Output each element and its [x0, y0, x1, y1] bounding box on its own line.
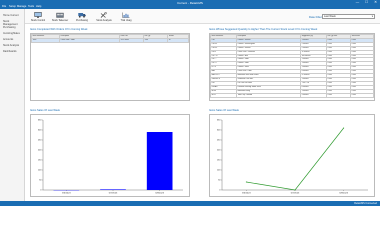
- y-tick-label: 350: [38, 120, 42, 122]
- menu-file[interactable]: File: [2, 5, 6, 8]
- chevron-down-icon: ▾: [371, 15, 373, 18]
- y-tick-label: 100: [38, 170, 42, 172]
- x-tick-label: 6/6/2023: [62, 193, 71, 195]
- table-cell: 3.00: [143, 37, 168, 43]
- bar: [146, 132, 173, 190]
- y-tick-label: 150: [217, 160, 221, 162]
- y-tick-label: 250: [217, 140, 221, 142]
- table-row[interactable]: M119 Table Top - Rebuild 5.000000 0.000 0.00…: [210, 92, 374, 98]
- sidebar-item-invoicing[interactable]: Invoicing/Sales: [3, 32, 20, 35]
- table-cell: 5.000000: [300, 92, 327, 98]
- date-filter-select[interactable]: Last Week ▾: [322, 14, 375, 19]
- sidebar-item-stock-analysis[interactable]: Stock Analysis: [3, 44, 19, 47]
- stock-control-label: Stock Control: [30, 19, 46, 22]
- y-tick-label: 100: [217, 170, 221, 172]
- y-tick-label: 350: [217, 120, 221, 122]
- incoming-orders-table: Item Reference Description Date Due Del …: [31, 34, 189, 43]
- menu-help[interactable]: Help: [36, 5, 41, 8]
- sidebar-item-purchasing[interactable]: Purchasing: [3, 26, 16, 29]
- table-cell: 1085: [31, 37, 60, 43]
- menu-manage[interactable]: Manage: [17, 5, 26, 8]
- x-tick-label: 6/6/2023: [242, 193, 251, 195]
- suggested-qty-panel: Item Reference Description Suggested Qty…: [209, 33, 375, 101]
- sidebar-item-home[interactable]: Home Current: [3, 14, 19, 17]
- status-bar: Retail-MS Connected: [0, 201, 380, 206]
- chart-icon: [122, 12, 130, 18]
- stock-takeover-label: Stock Takeover: [51, 19, 69, 22]
- right-panel-title: Items Whose Suggested Quantity Is Higher…: [209, 28, 318, 31]
- bar-chart-panel: 0 50 100 150 200 250 300 350 6/6/2023 6/7/2023 6/8…: [30, 114, 190, 197]
- y-tick-label: 0: [219, 190, 221, 192]
- stock-control-button[interactable]: Stock Control: [27, 10, 49, 23]
- series-line: [246, 127, 344, 191]
- table-cell: 2017/08/09: [119, 37, 144, 43]
- table-row[interactable]: 1085 Office Table - Fiber 2017/08/09 3.0…: [31, 37, 189, 43]
- table-cell: M119: [210, 92, 237, 98]
- x-tick-label: 6/7/2023: [109, 193, 118, 195]
- incoming-orders-panel: Item Reference Description Date Due Del …: [30, 33, 190, 101]
- table-cell: 10: [167, 37, 189, 43]
- sidebar: Home Current Stock Management Purchasing…: [0, 9, 25, 201]
- truck-icon: [78, 12, 86, 18]
- date-filter-value: Last Week: [324, 15, 336, 18]
- status-text: Retail-MS Connected: [354, 202, 377, 205]
- sidebar-item-accounts[interactable]: Accounts: [3, 38, 13, 41]
- menu-setup[interactable]: Setup: [9, 5, 16, 8]
- y-tick-label: 200: [217, 150, 221, 152]
- y-tick-label: 50: [218, 180, 221, 182]
- stock-icon: [56, 12, 64, 18]
- y-tick-label: 50: [39, 180, 42, 182]
- y-tick-label: 300: [217, 130, 221, 132]
- data-point: [245, 181, 247, 183]
- suggested-qty-table: Item Reference Description Suggested Qty…: [210, 34, 374, 98]
- trial-usage-button[interactable]: Trial Usag: [115, 10, 137, 23]
- y-tick-label: 150: [38, 160, 42, 162]
- menu-tools[interactable]: Tools: [28, 5, 34, 8]
- bar-chart: 0 50 100 150 200 250 300 350 6/6/2023 6/7/2023 6/8…: [38, 120, 183, 195]
- table-cell: Office Table - Fiber: [59, 37, 120, 43]
- stock-analysis-button[interactable]: Stock Analysis: [93, 10, 115, 23]
- purchasing-button[interactable]: Purchasing: [71, 10, 93, 23]
- line-chart-panel: 0 50 100 150 200 250 300 350 6/6/2023 6/7/2023 6/8…: [209, 114, 375, 197]
- bar: [100, 189, 126, 190]
- table-cell: Table Top - Rebuild: [236, 92, 301, 98]
- y-tick-label: 0: [40, 190, 42, 192]
- x-tick-label: 6/7/2023: [291, 193, 300, 195]
- purchasing-label: Purchasing: [76, 19, 88, 22]
- stock-takeover-button[interactable]: Stock Takeover: [49, 10, 71, 23]
- data-point: [343, 127, 345, 129]
- bar-chart-title: Items Sales Of Last Week: [30, 109, 60, 112]
- stock-analysis-label: Stock Analysis: [96, 19, 112, 22]
- date-filter-label: Date Filter: [309, 15, 322, 19]
- y-tick-label: 200: [38, 150, 42, 152]
- line-chart-title: Items Sales Of Last Week: [209, 109, 239, 112]
- left-panel-title: Items Completed With Orders Of In Coming…: [30, 28, 88, 31]
- table-cell: 0.000: [326, 92, 351, 98]
- y-tick-label: 300: [38, 130, 42, 132]
- monitor-icon: [34, 11, 42, 18]
- trial-usage-label: Trial Usag: [120, 19, 132, 22]
- x-tick-label: 6/8/2023: [155, 193, 164, 195]
- line-chart: 0 50 100 150 200 250 300 350 6/6/2023 6/7/2023 6/8…: [217, 120, 368, 195]
- tools-icon: [100, 11, 107, 18]
- sidebar-item-dashboards[interactable]: Dashboards: [3, 50, 16, 53]
- table-cell: 0.000: [350, 92, 374, 98]
- x-tick-label: 6/8/2023: [339, 193, 348, 195]
- y-tick-label: 250: [38, 140, 42, 142]
